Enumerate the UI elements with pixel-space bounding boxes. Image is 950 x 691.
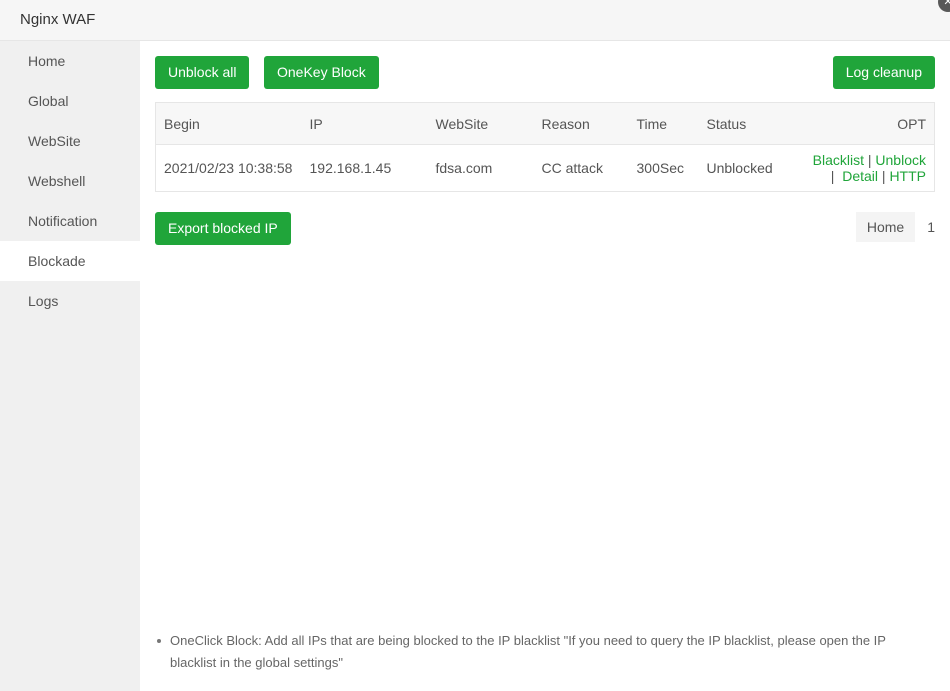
pager-home-button[interactable]: Home xyxy=(855,212,916,242)
pager-current-page[interactable]: 1 xyxy=(915,212,935,242)
sidebar-item-blockade[interactable]: Blockade xyxy=(0,241,140,281)
window-title: Nginx WAF xyxy=(20,11,96,28)
title-bar: Nginx WAF ✕ xyxy=(0,0,950,41)
action-separator: | xyxy=(830,168,835,184)
column-header-website: WebSite xyxy=(427,102,534,145)
column-header-opt: OPT xyxy=(798,102,935,145)
http-link[interactable]: HTTP xyxy=(889,168,926,184)
sidebar-item-global[interactable]: Global xyxy=(0,81,140,121)
cell-begin: 2021/02/23 10:38:58 xyxy=(164,160,293,176)
blocked-ip-table: Begin IP WebSite Reason Time Status OPT … xyxy=(155,102,935,192)
sidebar-item-website[interactable]: WebSite xyxy=(0,121,140,161)
sidebar-item-webshell[interactable]: Webshell xyxy=(0,161,140,201)
cell-reason: CC attack xyxy=(541,160,603,176)
export-blocked-ip-button[interactable]: Export blocked IP xyxy=(155,212,291,245)
unblock-all-button[interactable]: Unblock all xyxy=(155,56,250,89)
table-header-row: Begin IP WebSite Reason Time Status OPT xyxy=(155,102,935,145)
onekey-block-button[interactable]: OneKey Block xyxy=(264,56,379,89)
unblock-link[interactable]: Unblock xyxy=(875,152,926,168)
column-header-reason: Reason xyxy=(533,102,629,145)
pagination: Home 1 xyxy=(855,212,935,242)
column-header-ip: IP xyxy=(301,102,428,145)
column-header-time: Time xyxy=(628,102,699,145)
column-header-status: Status xyxy=(698,102,799,145)
help-tips: OneClick Block: Add all IPs that are bei… xyxy=(155,630,925,674)
main-panel: Unblock all OneKey Block Log cleanup Beg… xyxy=(140,41,950,691)
cell-ip: 192.168.1.45 xyxy=(309,160,392,176)
cell-status: Unblocked xyxy=(706,160,773,176)
sidebar-item-home[interactable]: Home xyxy=(0,41,140,81)
close-icon[interactable]: ✕ xyxy=(938,0,950,12)
detail-link[interactable]: Detail xyxy=(842,168,878,184)
cell-website: fdsa.com xyxy=(435,160,493,176)
sidebar: Home Global WebSite Webshell Notificatio… xyxy=(0,41,140,691)
sidebar-item-notification[interactable]: Notification xyxy=(0,201,140,241)
table-row: 2021/02/23 10:38:58 192.168.1.45 fdsa.co… xyxy=(156,145,935,192)
action-separator: | xyxy=(881,168,886,184)
blacklist-link[interactable]: Blacklist xyxy=(813,152,864,168)
cell-opt: Blacklist | Unblock | Detail | HTTP xyxy=(799,145,935,192)
action-separator: | xyxy=(867,152,872,168)
tip-item: OneClick Block: Add all IPs that are bei… xyxy=(155,630,925,674)
cell-time: 300Sec xyxy=(636,160,684,176)
column-header-begin: Begin xyxy=(155,102,302,145)
log-cleanup-button[interactable]: Log cleanup xyxy=(832,56,935,89)
row-actions: Blacklist | Unblock | Detail | HTTP xyxy=(807,152,926,184)
sidebar-item-logs[interactable]: Logs xyxy=(0,281,140,321)
